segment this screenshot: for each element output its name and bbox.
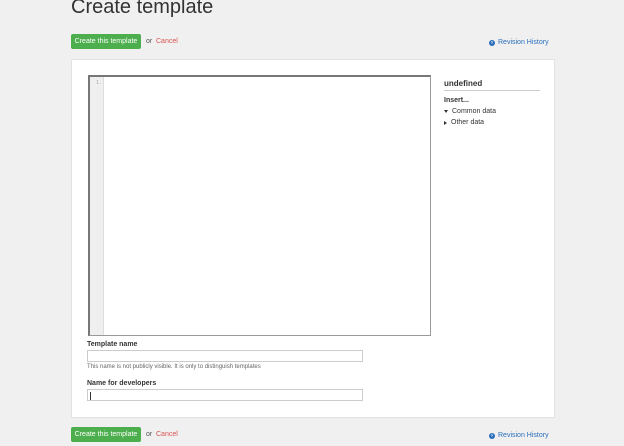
or-text-top: or (146, 38, 153, 45)
cancel-link-bottom[interactable]: Cancel (156, 431, 178, 438)
sidebar-item-label: Other data (451, 119, 485, 126)
insert-sidebar: undefined Insert... Common data Other da… (444, 79, 540, 126)
sidebar-item-other-data[interactable]: Other data (444, 119, 540, 126)
or-text-bottom: or (146, 431, 153, 438)
text-cursor (90, 392, 91, 400)
revision-history-link-bottom[interactable]: › Revision History (489, 432, 549, 439)
insert-label: Insert... (444, 97, 469, 104)
caret-down-icon (444, 110, 448, 113)
create-template-button-top[interactable]: Create this template (71, 34, 141, 49)
revision-history-link-top[interactable]: › Revision History (489, 39, 549, 46)
template-name-help: This name is not publicly visible. It is… (87, 364, 261, 370)
template-name-input[interactable] (87, 350, 363, 362)
circle-arrow-icon: › (489, 39, 495, 46)
circle-arrow-icon: › (489, 432, 495, 439)
page-title: Create template (71, 0, 214, 18)
sidebar-title: undefined (444, 79, 540, 91)
sidebar-item-label: Common data (452, 108, 496, 115)
developer-name-label: Name for developers (87, 380, 157, 387)
line-number: 1. (96, 80, 103, 86)
code-editor[interactable]: 1. (88, 75, 431, 336)
sidebar-item-common-data[interactable]: Common data (444, 108, 540, 115)
create-template-button-bottom[interactable]: Create this template (71, 427, 141, 442)
template-name-label: Template name (87, 341, 138, 348)
template-panel: 1. undefined Insert... Common data Other… (71, 59, 555, 418)
cancel-link-top[interactable]: Cancel (156, 38, 178, 45)
revision-history-label: Revision History (498, 432, 549, 439)
caret-right-icon (444, 120, 447, 125)
revision-history-label: Revision History (498, 39, 549, 46)
editor-gutter: 1. (90, 77, 104, 335)
developer-name-input[interactable] (87, 389, 363, 401)
